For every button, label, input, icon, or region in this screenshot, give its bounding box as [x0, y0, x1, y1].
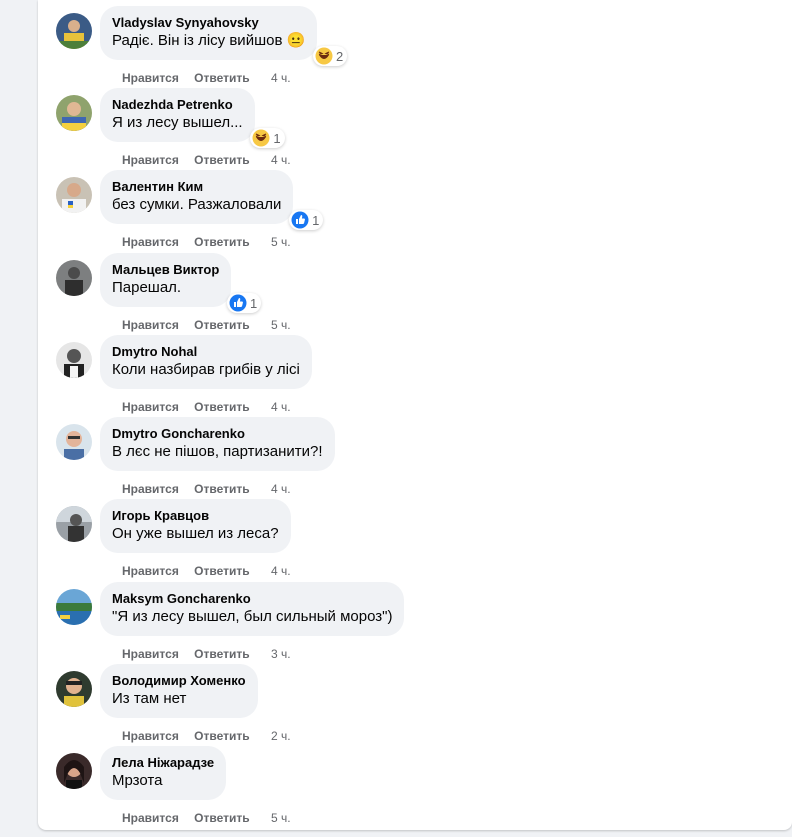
reaction-summary[interactable]: 1: [289, 210, 324, 230]
like-reaction-icon: [291, 211, 309, 229]
avatar[interactable]: [56, 260, 92, 296]
reaction-count: 1: [250, 295, 258, 311]
comment-author[interactable]: Nadezhda Petrenko: [112, 96, 243, 113]
avatar[interactable]: [56, 589, 92, 625]
comments-panel: Vladyslav Synyahovsky Радіє. Він із лісу…: [38, 0, 792, 830]
comment-timestamp[interactable]: 5 ч.: [271, 811, 291, 825]
comment-timestamp[interactable]: 4 ч.: [271, 482, 291, 496]
reaction-summary[interactable]: 1: [250, 128, 285, 148]
comment-author[interactable]: Dmytro Goncharenko: [112, 425, 323, 442]
comment-bubble: Dmytro Nohal Коли назбирав грибів у лісі: [100, 335, 312, 389]
like-button[interactable]: Нравится: [122, 729, 179, 743]
comment-text: Я из лесу вышел...: [112, 114, 243, 131]
comment-text: Мрзота: [112, 772, 163, 789]
comment-bubble: Vladyslav Synyahovsky Радіє. Він із лісу…: [100, 6, 348, 66]
comment-timestamp[interactable]: 4 ч.: [271, 153, 291, 167]
comment-text: Из там нет: [112, 690, 187, 707]
comment-text: "Я из лесу вышел, был сильный мороз"): [112, 608, 393, 625]
comment-timestamp[interactable]: 4 ч.: [271, 564, 291, 578]
emoji-icon: 😐: [286, 32, 306, 49]
comment-timestamp[interactable]: 4 ч.: [271, 71, 291, 85]
like-button[interactable]: Нравится: [122, 811, 179, 825]
reply-button[interactable]: Ответить: [194, 811, 249, 825]
comment-actions: Нравится Ответить 5 ч.: [122, 235, 291, 251]
comment-timestamp[interactable]: 5 ч.: [271, 235, 291, 249]
reply-button[interactable]: Ответить: [194, 153, 249, 167]
avatar[interactable]: [56, 506, 92, 542]
reaction-summary[interactable]: 2: [313, 46, 348, 66]
avatar[interactable]: [56, 753, 92, 789]
comment-timestamp[interactable]: 4 ч.: [271, 400, 291, 414]
comment-author[interactable]: Dmytro Nohal: [112, 343, 300, 360]
avatar[interactable]: [56, 671, 92, 707]
comment-bubble: Dmytro Goncharenko В лєс не пішов, парти…: [100, 417, 335, 471]
comment-text: без сумки. Разжаловали: [112, 196, 282, 213]
avatar[interactable]: [56, 342, 92, 378]
comment-actions: Нравится Ответить 4 ч.: [122, 400, 291, 416]
comment-text: Радіє. Він із лісу вийшов 😐: [112, 31, 305, 51]
comment-timestamp[interactable]: 3 ч.: [271, 647, 291, 661]
reply-button[interactable]: Ответить: [194, 71, 249, 85]
haha-reaction-icon: [252, 129, 270, 147]
avatar[interactable]: [56, 424, 92, 460]
comment-timestamp[interactable]: 2 ч.: [271, 729, 291, 743]
comment-actions: Нравится Ответить 5 ч.: [122, 318, 291, 334]
like-button[interactable]: Нравится: [122, 647, 179, 661]
comment-author[interactable]: Игорь Кравцов: [112, 507, 279, 524]
comment-actions: Нравится Ответить 2 ч.: [122, 729, 291, 745]
like-button[interactable]: Нравится: [122, 400, 179, 414]
comment-actions: Нравится Ответить 4 ч.: [122, 153, 291, 169]
comment-bubble: Мальцев Виктор Парешал. 1: [100, 253, 262, 313]
reply-button[interactable]: Ответить: [194, 729, 249, 743]
comment-text-value: Радіє. Він із лісу вийшов: [112, 32, 283, 49]
like-button[interactable]: Нравится: [122, 235, 179, 249]
reaction-count: 1: [273, 130, 281, 146]
comment-actions: Нравится Ответить 4 ч.: [122, 71, 291, 87]
reply-button[interactable]: Ответить: [194, 647, 249, 661]
comment-author[interactable]: Володимир Хоменко: [112, 672, 246, 689]
reply-button[interactable]: Ответить: [194, 564, 249, 578]
comment-author[interactable]: Vladyslav Synyahovsky: [112, 14, 305, 31]
reply-button[interactable]: Ответить: [194, 318, 249, 332]
haha-reaction-icon: [315, 47, 333, 65]
comment-bubble: Maksym Goncharenko "Я из лесу вышел, был…: [100, 582, 405, 636]
comment-author[interactable]: Maksym Goncharenko: [112, 590, 392, 607]
comment-bubble: Nadezhda Petrenko Я из лесу вышел... 1: [100, 88, 285, 148]
comment-actions: Нравится Ответить 3 ч.: [122, 647, 291, 663]
reply-button[interactable]: Ответить: [194, 235, 249, 249]
like-button[interactable]: Нравится: [122, 318, 179, 332]
reaction-summary[interactable]: 1: [227, 293, 262, 313]
like-button[interactable]: Нравится: [122, 153, 179, 167]
comment-text: Парешал.: [112, 279, 182, 296]
comment-timestamp[interactable]: 5 ч.: [271, 318, 291, 332]
like-button[interactable]: Нравится: [122, 71, 179, 85]
comment-text: Он уже вышел из леса?: [112, 525, 279, 542]
reply-button[interactable]: Ответить: [194, 482, 249, 496]
comment-actions: Нравится Ответить 4 ч.: [122, 482, 291, 498]
like-reaction-icon: [229, 294, 247, 312]
comment-bubble: Володимир Хоменко Из там нет: [100, 664, 258, 718]
reaction-count: 1: [312, 212, 320, 228]
comment-author[interactable]: Лела Ніжарадзе: [112, 754, 214, 771]
comment-text: В лєс не пішов, партизанити?!: [112, 443, 323, 460]
reaction-count: 2: [336, 48, 344, 64]
comment-bubble: Лела Ніжарадзе Мрзота: [100, 746, 227, 800]
comment-actions: Нравится Ответить 4 ч.: [122, 564, 291, 580]
comment-bubble: Валентин Ким без сумки. Разжаловали 1: [100, 170, 324, 230]
like-button[interactable]: Нравится: [122, 564, 179, 578]
avatar[interactable]: [56, 177, 92, 213]
avatar[interactable]: [56, 95, 92, 131]
comment-author[interactable]: Мальцев Виктор: [112, 261, 219, 278]
avatar[interactable]: [56, 13, 92, 49]
comment-bubble: Игорь Кравцов Он уже вышел из леса?: [100, 499, 291, 553]
comment-actions: Нравится Ответить 5 ч.: [122, 811, 291, 827]
reply-button[interactable]: Ответить: [194, 400, 249, 414]
comment-author[interactable]: Валентин Ким: [112, 178, 281, 195]
like-button[interactable]: Нравится: [122, 482, 179, 496]
comment-text: Коли назбирав грибів у лісі: [112, 361, 300, 378]
